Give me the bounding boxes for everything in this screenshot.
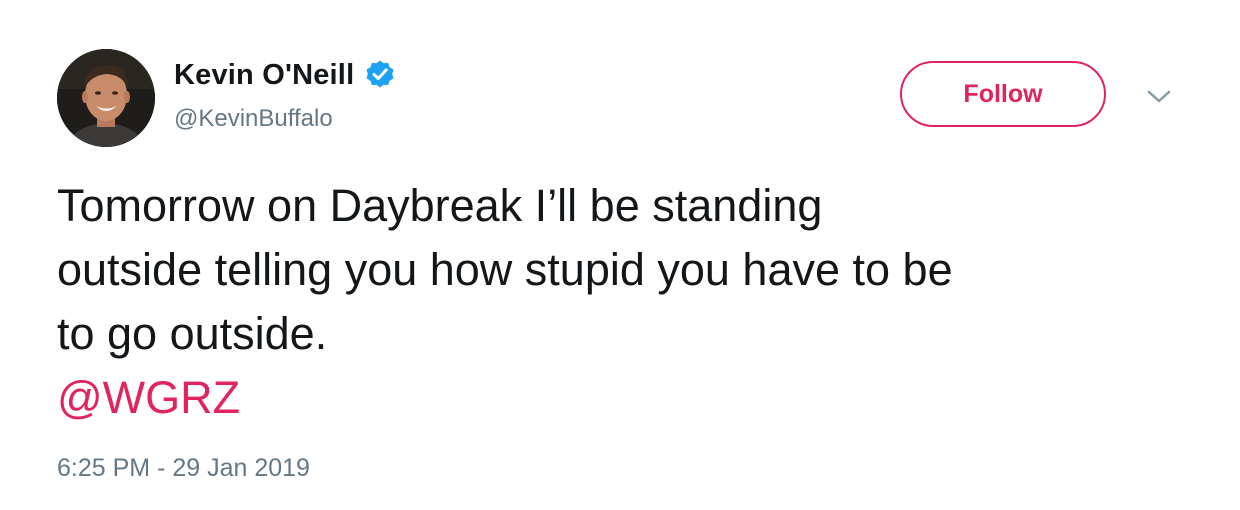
author-name-row[interactable]: Kevin O'Neill [174, 55, 396, 95]
tweet-timestamp[interactable]: 6:25 PM - 29 Jan 2019 [57, 454, 310, 483]
avatar[interactable] [57, 49, 155, 147]
tweet-text-line: to go outside. [57, 308, 328, 359]
tweet-text-line: outside telling you how stupid you have … [57, 244, 953, 295]
tweet-text-line: Tomorrow on Daybreak I’ll be standing [57, 180, 823, 231]
author-display-name[interactable]: Kevin O'Neill [174, 59, 354, 92]
verified-badge-icon [364, 59, 396, 91]
tweet-text: Tomorrow on Daybreak I’ll be standing ou… [57, 174, 1207, 366]
follow-button[interactable]: Follow [900, 61, 1106, 127]
avatar-photo [57, 49, 155, 147]
mention-link[interactable]: @WGRZ [57, 366, 240, 430]
chevron-down-icon[interactable] [1144, 84, 1174, 108]
author-handle[interactable]: @KevinBuffalo [174, 105, 333, 133]
